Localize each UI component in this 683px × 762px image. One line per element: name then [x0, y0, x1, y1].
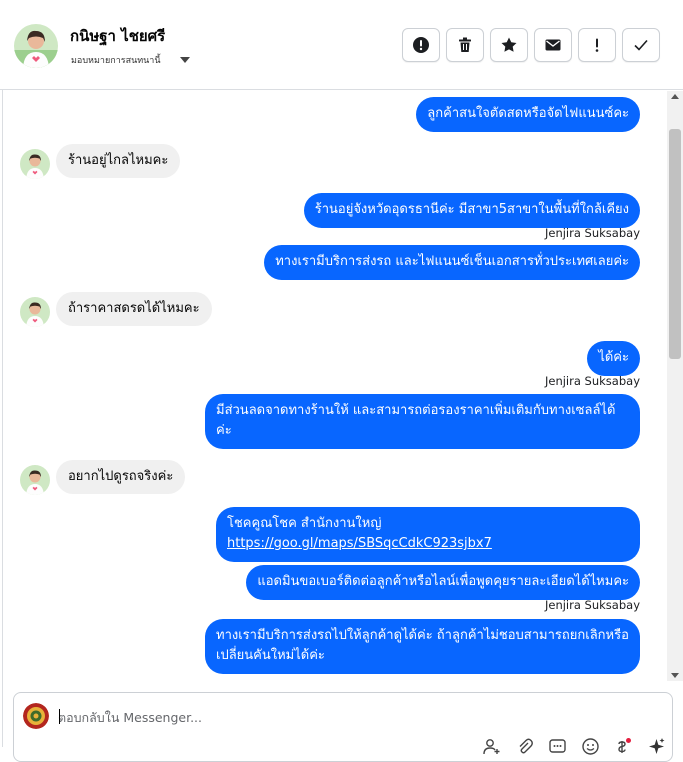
- mark-done-button[interactable]: [622, 28, 660, 62]
- contact-name: กนิษฐา ไชยศรี: [70, 27, 166, 45]
- thread-scrollbar[interactable]: [667, 91, 683, 681]
- star-button[interactable]: [490, 28, 528, 62]
- messenger-conversation-view: กนิษฐา ไชยศรี มอบหมายการสนทนานี้ ลูกค้าส…: [0, 0, 683, 762]
- contact-avatar-small: [20, 465, 50, 495]
- sender-label: Jenjira Suksabay: [544, 374, 640, 388]
- alert-circle-icon: [413, 37, 429, 53]
- reply-input[interactable]: [58, 707, 558, 727]
- outgoing-message-with-link[interactable]: โชคคูณโชค สำนักงานใหญ่ https://goo.gl/ma…: [216, 507, 640, 562]
- map-link[interactable]: https://goo.gl/maps/SBSqcCdkC923sjbx7: [227, 536, 492, 551]
- follow-up-button[interactable]: [578, 28, 616, 62]
- incoming-message[interactable]: ร้านอยู่ไกลไหมคะ: [56, 144, 181, 178]
- outgoing-message[interactable]: แอดมินขอเบอร์ติดต่อลูกค้าหรือไลน์เพื่อพู…: [246, 565, 640, 600]
- message-text: โชคคูณโชค สำนักงานใหญ่: [227, 516, 382, 531]
- exclamation-icon: [595, 38, 599, 52]
- star-icon: [501, 37, 517, 52]
- outgoing-message[interactable]: มีส่วนลดจาดทางร้านให้ และสามารถต่อรองราค…: [205, 394, 640, 449]
- contact-avatar-small: [20, 149, 50, 179]
- outgoing-message[interactable]: ทางเรามีบริการส่งรถไปให้ลูกค้าดูได้ค่ะ ถ…: [205, 619, 640, 674]
- incoming-message[interactable]: อยากไปดูรถจริงค่ะ: [56, 460, 186, 494]
- scrollbar-thumb[interactable]: [669, 129, 681, 359]
- scroll-down-arrow-icon[interactable]: [671, 673, 679, 678]
- text-cursor: [59, 709, 60, 724]
- outgoing-message[interactable]: ได้ค่ะ: [587, 341, 640, 376]
- header-actions: [402, 28, 660, 62]
- report-spam-button[interactable]: [402, 28, 440, 62]
- outgoing-message[interactable]: ลูกค้าสนใจตัดสดหรือจัดไฟแนนซ์คะ: [416, 97, 640, 132]
- chevron-down-icon[interactable]: [180, 57, 190, 63]
- trash-icon: [459, 37, 471, 52]
- outgoing-message[interactable]: ร้านอยู่จังหวัดอุดรธานีค่ะ มีสาขา5สาขาใน…: [303, 193, 640, 228]
- sender-label: Jenjira Suksabay: [544, 598, 640, 612]
- conversation-header: กนิษฐา ไชยศรี มอบหมายการสนทนานี้: [0, 0, 683, 90]
- sender-label: Jenjira Suksabay: [544, 226, 640, 240]
- page-avatar: [23, 703, 49, 729]
- contact-avatar[interactable]: [14, 24, 58, 68]
- message-thread[interactable]: ลูกค้าสนใจตัดสดหรือจัดไฟแนนซ์คะ ร้านอยู่…: [3, 91, 667, 681]
- delete-button[interactable]: [446, 28, 484, 62]
- scroll-up-arrow-icon[interactable]: [671, 94, 679, 99]
- envelope-icon: [545, 39, 561, 51]
- check-icon: [634, 39, 648, 51]
- contact-avatar-small: [20, 297, 50, 327]
- assign-conversation-dropdown[interactable]: มอบหมายการสนทนานี้: [71, 53, 161, 67]
- incoming-message[interactable]: ถ้าราคาสดรดได้ไหมคะ: [56, 292, 212, 326]
- outgoing-message[interactable]: ทางเรามีบริการส่งรถ และไฟแนนซ์เช็นเอกสาร…: [264, 245, 640, 280]
- mark-unread-button[interactable]: [534, 28, 572, 62]
- reply-composer: [13, 692, 673, 762]
